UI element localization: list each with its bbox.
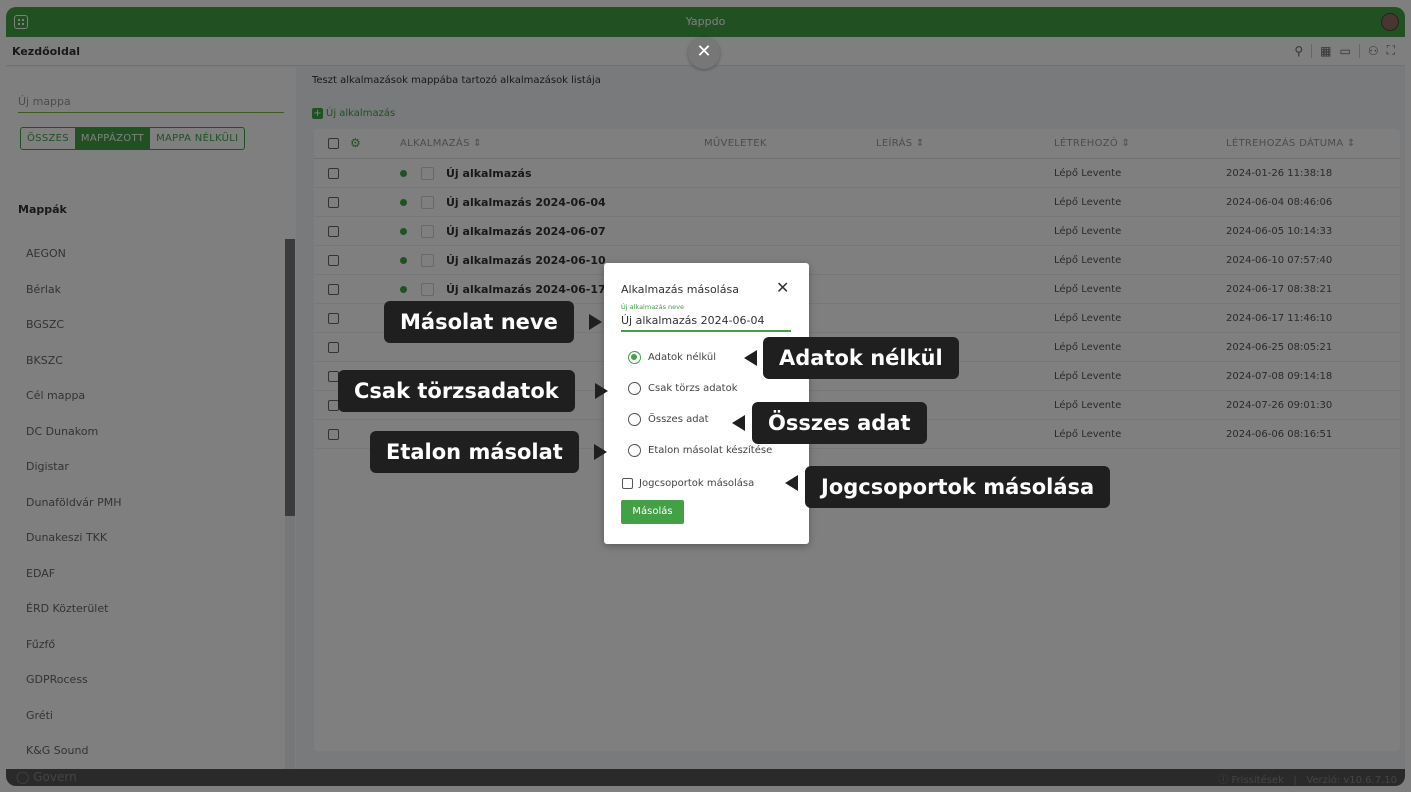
overlay-close-icon[interactable]: ✕: [688, 37, 720, 69]
dialog-title: Alkalmazás másolása: [621, 283, 739, 296]
callout-arrow: [594, 444, 607, 460]
radio-all-data[interactable]: [628, 413, 641, 426]
new-app-name-input[interactable]: Új alkalmazás 2024-06-04: [621, 314, 791, 332]
callout-arrow: [732, 415, 745, 431]
name-field-label: Új alkalmazás neve: [621, 303, 684, 311]
close-icon[interactable]: ✕: [776, 278, 789, 297]
radio-etalon-copy-label: Etalon másolat készítése: [648, 445, 773, 456]
radio-no-data[interactable]: [628, 351, 641, 364]
callout-arrow: [785, 475, 798, 491]
copy-groups-checkbox[interactable]: [622, 478, 633, 489]
radio-master-data[interactable]: [628, 382, 641, 395]
radio-master-data-label: Csak törzs adatok: [648, 383, 738, 394]
callout-arrow: [744, 350, 757, 366]
callout-master-data: Csak törzsadatok: [338, 370, 575, 412]
radio-etalon-copy[interactable]: [628, 444, 641, 457]
copy-button[interactable]: Másolás: [621, 500, 684, 524]
copy-groups-label: Jogcsoportok másolása: [639, 478, 755, 489]
radio-no-data-label: Adatok nélkül: [648, 352, 717, 363]
callout-arrow: [589, 314, 602, 330]
callout-copy-groups: Jogcsoportok másolása: [805, 466, 1111, 508]
radio-all-data-label: Összes adat: [648, 414, 709, 425]
callout-etalon: Etalon másolat: [370, 431, 579, 473]
callout-copy-name: Másolat neve: [384, 301, 574, 343]
callout-all-data: Összes adat: [752, 402, 927, 444]
callout-arrow: [595, 383, 608, 399]
callout-no-data: Adatok nélkül: [763, 337, 959, 379]
